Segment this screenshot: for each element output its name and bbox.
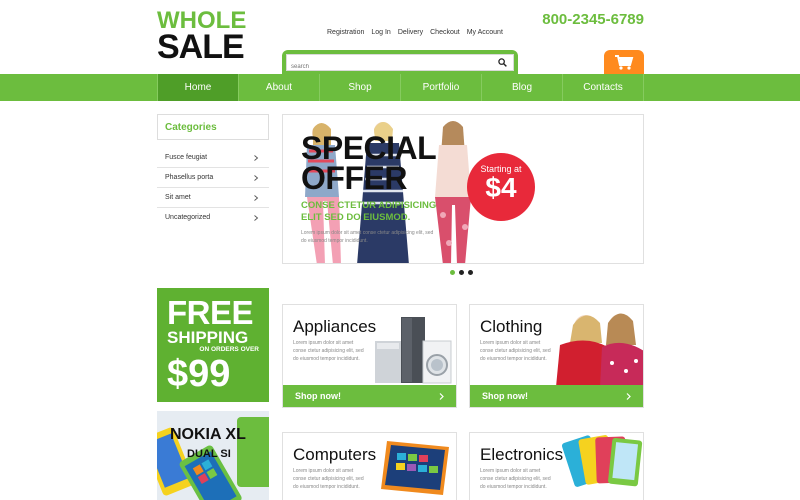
chevron-right-icon xyxy=(254,215,259,221)
slider-dot[interactable] xyxy=(459,270,464,275)
search-bar xyxy=(282,50,518,75)
slider-dot[interactable] xyxy=(450,270,455,275)
category-item[interactable]: Fusce feugiat xyxy=(157,148,269,168)
free-shipping-banner[interactable]: FREE SHIPPING ON ORDERS OVER $99 xyxy=(157,288,269,402)
card-title[interactable]: Clothing xyxy=(480,317,542,337)
price-badge: Starting at $4 xyxy=(467,153,535,221)
slider-pagination xyxy=(450,270,473,275)
nav-home[interactable]: Home xyxy=(157,74,238,101)
category-label: Phasellus porta xyxy=(165,174,214,181)
categories-panel: Categories Fusce feugiat Phasellus porta… xyxy=(157,114,269,228)
category-item[interactable]: Uncategorized xyxy=(157,208,269,228)
chevron-right-icon xyxy=(626,393,631,400)
search-box xyxy=(286,54,514,75)
laptop-image xyxy=(381,441,449,495)
appliances-image xyxy=(375,317,452,384)
chevron-right-icon xyxy=(254,195,259,201)
category-label: Uncategorized xyxy=(165,214,211,221)
nokia-title: NOKIA XL xyxy=(170,426,246,443)
login-link[interactable]: Log In xyxy=(371,29,390,36)
product-card-computers: Computers Lorem ipsum dolor sit amet con… xyxy=(282,432,457,500)
category-label: Sit amet xyxy=(165,194,191,201)
top-links: Registration Log In Delivery Checkout My… xyxy=(327,29,503,36)
nokia-subtitle: DUAL SI xyxy=(187,448,231,460)
slide-subtitle-line2: ELIT SED DO EIUSMOD. xyxy=(301,212,411,224)
card-description: Lorem ipsum dolor sit amet conse ctetur … xyxy=(293,340,364,362)
site-logo[interactable]: WHOLE SALE xyxy=(157,8,246,67)
card-title[interactable]: Computers xyxy=(293,445,376,465)
category-item[interactable]: Sit amet xyxy=(157,188,269,208)
chevron-right-icon xyxy=(439,393,444,400)
card-title[interactable]: Appliances xyxy=(293,317,376,337)
nokia-banner[interactable]: NOKIA XL DUAL SI xyxy=(157,411,269,500)
cart-button[interactable] xyxy=(604,50,644,75)
product-card-appliances: Appliances Lorem ipsum dolor sit amet co… xyxy=(282,304,457,408)
cart-icon xyxy=(615,55,634,70)
slide-subtitle: CONSE CTETUR ADIPISICING ELIT SED DO EIU… xyxy=(301,200,436,225)
shop-now-button[interactable]: Shop now! xyxy=(470,385,643,407)
categories-list: Fusce feugiat Phasellus porta Sit amet U… xyxy=(157,148,269,228)
card-description: Lorem ipsum dolor sit amet conse ctetur … xyxy=(480,340,551,362)
clothing-image xyxy=(556,313,643,387)
badge-price: $4 xyxy=(485,172,517,203)
slider-dot[interactable] xyxy=(468,270,473,275)
chevron-right-icon xyxy=(254,175,259,181)
search-input[interactable] xyxy=(287,59,477,75)
nav-portfolio[interactable]: Portfolio xyxy=(400,74,481,101)
registration-link[interactable]: Registration xyxy=(327,29,364,36)
card-description: Lorem ipsum dolor sit amet conse ctetur … xyxy=(293,468,364,490)
nav-blog[interactable]: Blog xyxy=(481,74,562,101)
shop-now-label: Shop now! xyxy=(482,391,528,401)
promo-line1: FREE xyxy=(167,294,254,331)
search-icon[interactable] xyxy=(498,58,507,67)
nav-about[interactable]: About xyxy=(238,74,319,101)
main-nav-bar: Home About Shop Portfolio Blog Contacts xyxy=(0,74,800,101)
phone-number: 800-2345-6789 xyxy=(542,11,644,28)
my-account-link[interactable]: My Account xyxy=(467,29,503,36)
shop-now-button[interactable]: Shop now! xyxy=(283,385,456,407)
tablets-image xyxy=(561,435,643,487)
slide-subtitle-line1: CONSE CTETUR ADIPISICING xyxy=(301,200,437,211)
main-nav: Home About Shop Portfolio Blog Contacts xyxy=(157,74,644,101)
promo-line4: $99 xyxy=(167,352,231,395)
product-card-clothing: Clothing Lorem ipsum dolor sit amet cons… xyxy=(469,304,644,408)
hero-slider[interactable]: SPECIAL OFFER CONSE CTETUR ADIPISICING E… xyxy=(282,114,644,264)
shop-now-label: Shop now! xyxy=(295,391,341,401)
category-item[interactable]: Phasellus porta xyxy=(157,168,269,188)
chevron-right-icon xyxy=(254,155,259,161)
checkout-link[interactable]: Checkout xyxy=(430,29,460,36)
slide-title-line2: OFFER xyxy=(301,160,407,197)
product-card-electronics: Electronics Lorem ipsum dolor sit amet c… xyxy=(469,432,644,500)
categories-title: Categories xyxy=(157,114,269,140)
category-label: Fusce feugiat xyxy=(165,154,208,161)
nav-shop[interactable]: Shop xyxy=(319,74,400,101)
slide-title: SPECIAL OFFER xyxy=(301,132,437,197)
slide-text: Lorem ipsum dolor sit amet conse ctetur … xyxy=(301,230,434,244)
logo-line2: SALE xyxy=(157,28,245,67)
card-description: Lorem ipsum dolor sit amet conse ctetur … xyxy=(480,468,551,490)
nav-contacts[interactable]: Contacts xyxy=(562,74,644,101)
delivery-link[interactable]: Delivery xyxy=(398,29,423,36)
card-title[interactable]: Electronics xyxy=(480,445,563,465)
promo-line2: SHIPPING xyxy=(167,328,249,347)
